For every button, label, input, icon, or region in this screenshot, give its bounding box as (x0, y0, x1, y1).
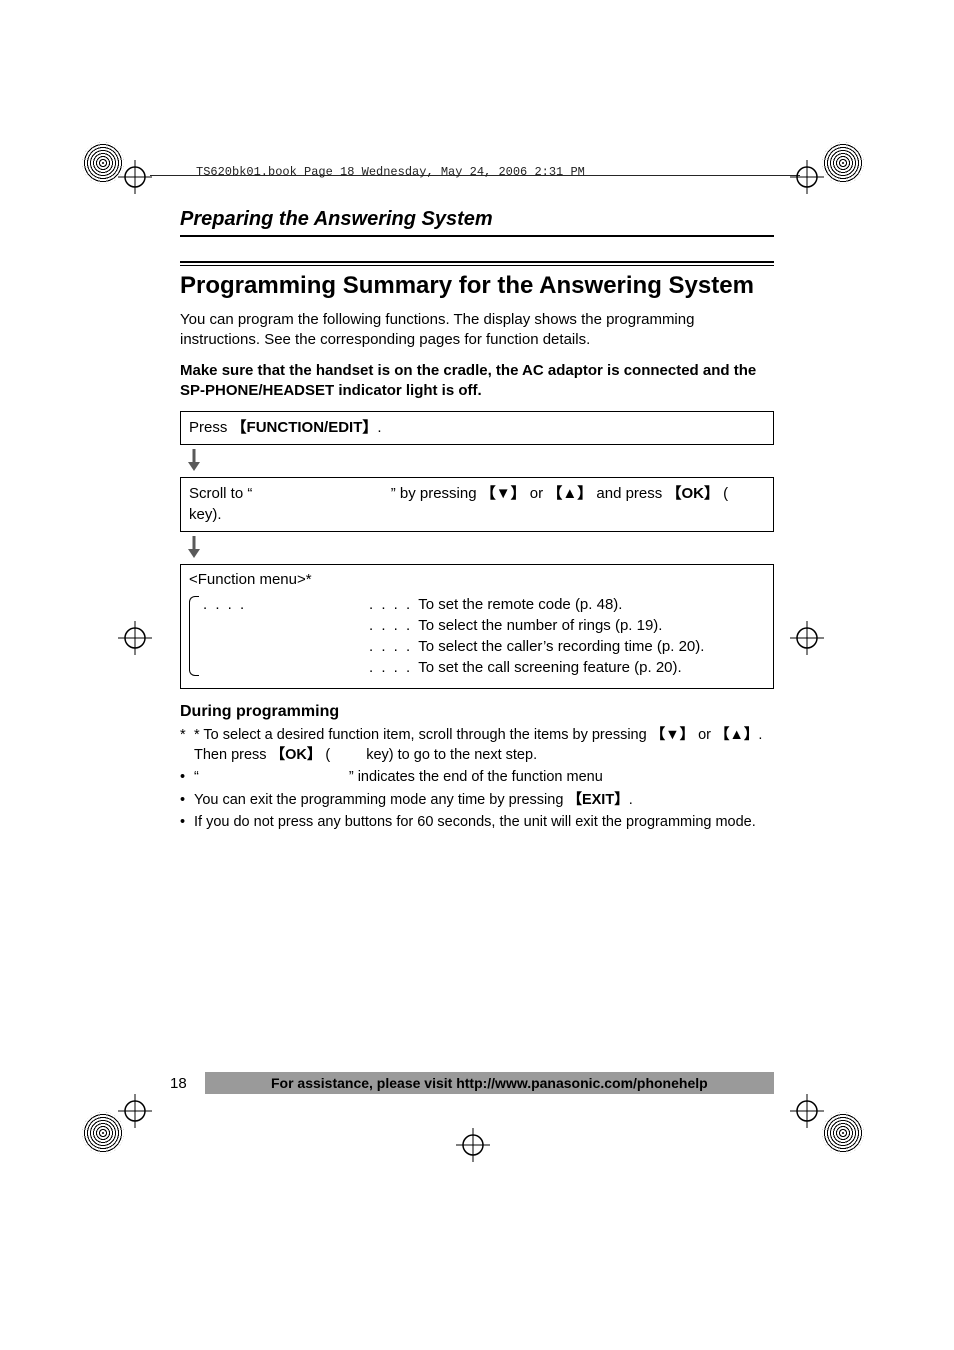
separator-dots: . . . . (369, 659, 412, 676)
note-or: or (694, 727, 715, 743)
page-number: 18 (170, 1075, 187, 1092)
notes-list: * * To select a desired function item, s… (180, 725, 774, 832)
menu-header: <Function menu>* (189, 571, 765, 588)
note-item: • You can exit the programming mode any … (180, 790, 774, 810)
registration-mark-icon (790, 160, 824, 194)
menu-row: . . . . To set the call screening featur… (203, 657, 765, 678)
ok-key: OK (285, 747, 307, 763)
menu-leader-dots: . . . . (203, 596, 363, 613)
asterisk-bullet: * (180, 725, 186, 745)
step2-pre: Scroll to “ (189, 485, 252, 502)
step1-pre: Press (189, 419, 232, 436)
separator-dots: . . . . (369, 638, 412, 655)
note-text: * To select a desired function item, scr… (194, 727, 651, 743)
section-title: Preparing the Answering System (180, 208, 774, 231)
registration-mark-icon (118, 621, 152, 655)
arrow-down-icon (186, 536, 774, 560)
menu-leader-dots (203, 617, 363, 634)
step2-andpress: and press (592, 485, 666, 502)
menu-leader-dots (203, 659, 363, 676)
section-title-rule (180, 235, 774, 237)
menu-row: . . . . To select the caller’s recording… (203, 636, 765, 657)
step2-or: or (526, 485, 548, 502)
menu-desc: To set the remote code (p. 48). (418, 596, 622, 613)
step-box-2: Scroll to “ ” by pressing 【▼】 or 【▲】 and… (180, 477, 774, 532)
crop-ornament (822, 142, 864, 184)
registration-mark-icon (790, 621, 824, 655)
menu-desc: To select the caller’s recording time (p… (418, 638, 704, 655)
bullet-icon: • (180, 767, 185, 787)
page-stamp: TS620bk01.book Page 18 Wednesday, May 24… (196, 165, 585, 179)
step2-keyword: key). (189, 506, 222, 523)
note-item: • “ ” indicates the end of the function m… (180, 767, 774, 787)
registration-mark-icon (118, 160, 152, 194)
warning-paragraph: Make sure that the handset is on the cra… (180, 361, 774, 402)
menu-leader-dots (203, 638, 363, 655)
crop-ornament (822, 1112, 864, 1154)
bullet-icon: • (180, 790, 185, 810)
ok-key: OK (681, 485, 704, 502)
registration-mark-icon (790, 1094, 824, 1128)
note-text: ( (321, 747, 330, 763)
menu-bracket: . . . . . . . . To set the remote code (… (189, 594, 765, 678)
curly-bracket-icon (189, 596, 199, 676)
note-text: . (629, 792, 633, 808)
menu-desc: To set the call screening feature (p. 20… (418, 659, 681, 676)
arrow-down-icon (186, 449, 774, 473)
menu-row: . . . . . . . . To set the remote code (… (203, 594, 765, 615)
down-key-icon: ▼ (496, 485, 511, 502)
step2-mid: ” by pressing (391, 485, 481, 502)
bullet-icon: • (180, 812, 185, 832)
assistance-bar: For assistance, please visit http://www.… (205, 1072, 774, 1094)
note-item: • If you do not press any buttons for 60… (180, 812, 774, 832)
exit-key: EXIT (582, 792, 614, 808)
page-content: Preparing the Answering System Programmi… (180, 208, 774, 834)
down-key-icon: ▼ (665, 727, 679, 743)
menu-desc: To select the number of rings (p. 19). (418, 617, 662, 634)
step-box-1: Press 【FUNCTION/EDIT】. (180, 411, 774, 445)
h1-rule (180, 261, 774, 263)
intro-paragraph: You can program the following functions.… (180, 310, 774, 351)
subheading: During programming (180, 703, 774, 721)
note-text: If you do not press any buttons for 60 s… (194, 814, 756, 830)
note-text: “ (194, 769, 199, 785)
registration-mark-icon (456, 1128, 490, 1162)
note-text: key) to go to the next step. (362, 747, 537, 763)
step1-post: . (377, 419, 381, 436)
note-item: * * To select a desired function item, s… (180, 725, 774, 766)
menu-row: . . . . To select the number of rings (p… (203, 615, 765, 636)
up-key-icon: ▲ (730, 727, 744, 743)
page-heading: Programming Summary for the Answering Sy… (180, 272, 774, 300)
separator-dots: . . . . (369, 617, 412, 634)
registration-mark-icon (118, 1094, 152, 1128)
separator-dots: . . . . (369, 596, 412, 613)
h1-rule-thin (180, 265, 774, 266)
page-footer: 18 For assistance, please visit http://w… (170, 1072, 774, 1094)
function-menu-box: <Function menu>* . . . . . . . . To set … (180, 564, 774, 689)
note-text: You can exit the programming mode any ti… (194, 792, 567, 808)
note-text: ” indicates the end of the function menu (349, 769, 603, 785)
up-key-icon: ▲ (562, 485, 577, 502)
step2-paren-open: ( (719, 485, 728, 502)
function-edit-key: FUNCTION/EDIT (247, 419, 363, 436)
